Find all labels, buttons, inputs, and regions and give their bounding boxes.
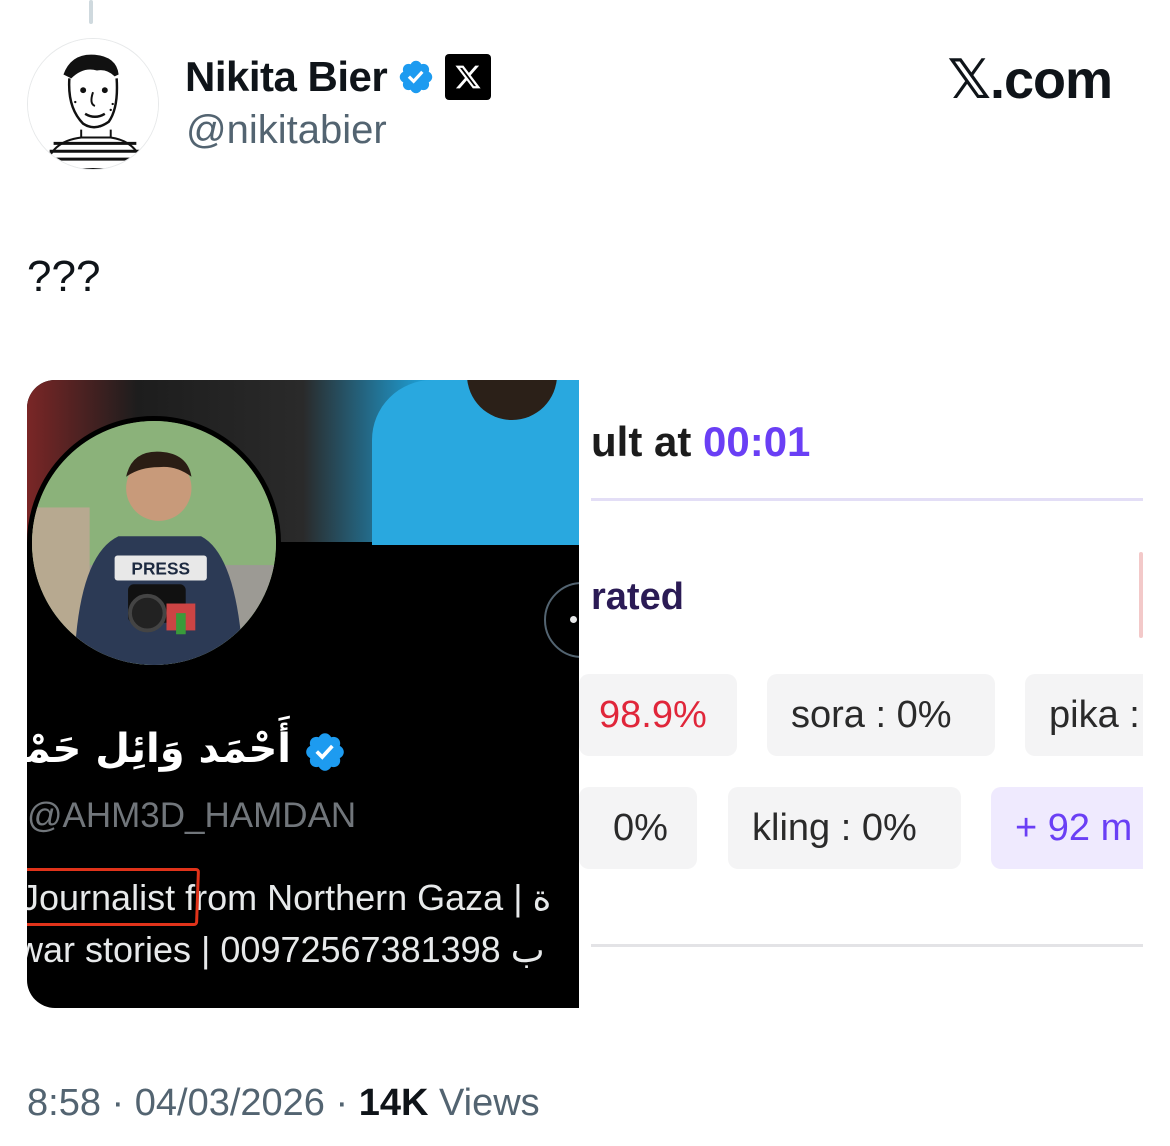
score-pill-cut: 0% xyxy=(579,787,697,869)
author-name-row: Nikita Bier xyxy=(185,52,492,102)
profile-photo: PRESS xyxy=(27,416,281,670)
journalist-highlight-annotation xyxy=(27,868,201,926)
profile-bio-line-2: war stories | 00972567381398 ب xyxy=(27,929,545,970)
profile-verified-icon xyxy=(306,733,344,771)
profile-display-name: أَحْمَد وَائِل حَمْدَان xyxy=(27,726,291,772)
score-pill-top: 98.9% xyxy=(579,674,737,756)
thread-connector-line xyxy=(89,0,93,24)
views-count: 14K xyxy=(358,1082,429,1124)
rated-edge-marker xyxy=(1139,552,1143,638)
meta-separator: · xyxy=(100,1082,135,1124)
tweet-media-left[interactable]: PRESS أَحْمَد وَائِل حَمْدَان @AHM3D_HAM… xyxy=(27,380,579,1008)
affiliate-badge[interactable] xyxy=(445,54,492,100)
tweet-media-right[interactable]: ult at 00:01 rated 98.9% sora : 0% pika … xyxy=(579,380,1143,1008)
result-heading-prefix: ult at xyxy=(591,418,703,465)
x-logo-icon xyxy=(455,65,481,89)
journalist-photo-icon: PRESS xyxy=(32,421,276,665)
result-heading: ult at 00:01 xyxy=(591,418,810,466)
author-display-name[interactable]: Nikita Bier xyxy=(185,53,388,101)
result-divider-top xyxy=(591,498,1143,501)
brand-logo: 𝕏.com xyxy=(947,50,1113,110)
author-handle[interactable]: @nikitabier xyxy=(186,108,387,153)
press-label: PRESS xyxy=(131,559,190,579)
tweet-meta: 8:58 · 04/03/2026 · 14K Views xyxy=(27,1082,540,1125)
tweet-time[interactable]: 8:58 xyxy=(27,1082,101,1124)
rated-label: rated xyxy=(591,576,684,618)
score-pill-kling: kling : 0% xyxy=(728,787,961,869)
result-divider-bottom xyxy=(591,944,1143,947)
verified-badge-icon[interactable] xyxy=(397,58,435,96)
more-dots-icon xyxy=(570,616,577,623)
score-pill-sora: sora : 0% xyxy=(767,674,995,756)
more-models-pill[interactable]: + 92 m xyxy=(991,787,1143,869)
sketch-portrait-icon xyxy=(28,39,158,169)
tweet-date[interactable]: 04/03/2026 xyxy=(135,1082,325,1124)
score-pill-pika: pika : xyxy=(1025,674,1143,756)
banner-figure xyxy=(372,380,579,545)
meta-separator: · xyxy=(324,1082,359,1124)
profile-handle: @AHM3D_HAMDAN xyxy=(27,796,357,835)
author-avatar[interactable] xyxy=(27,38,159,170)
views-label: Views xyxy=(428,1082,540,1124)
tweet-text: ??? xyxy=(27,252,101,301)
result-heading-time: 00:01 xyxy=(703,418,811,465)
